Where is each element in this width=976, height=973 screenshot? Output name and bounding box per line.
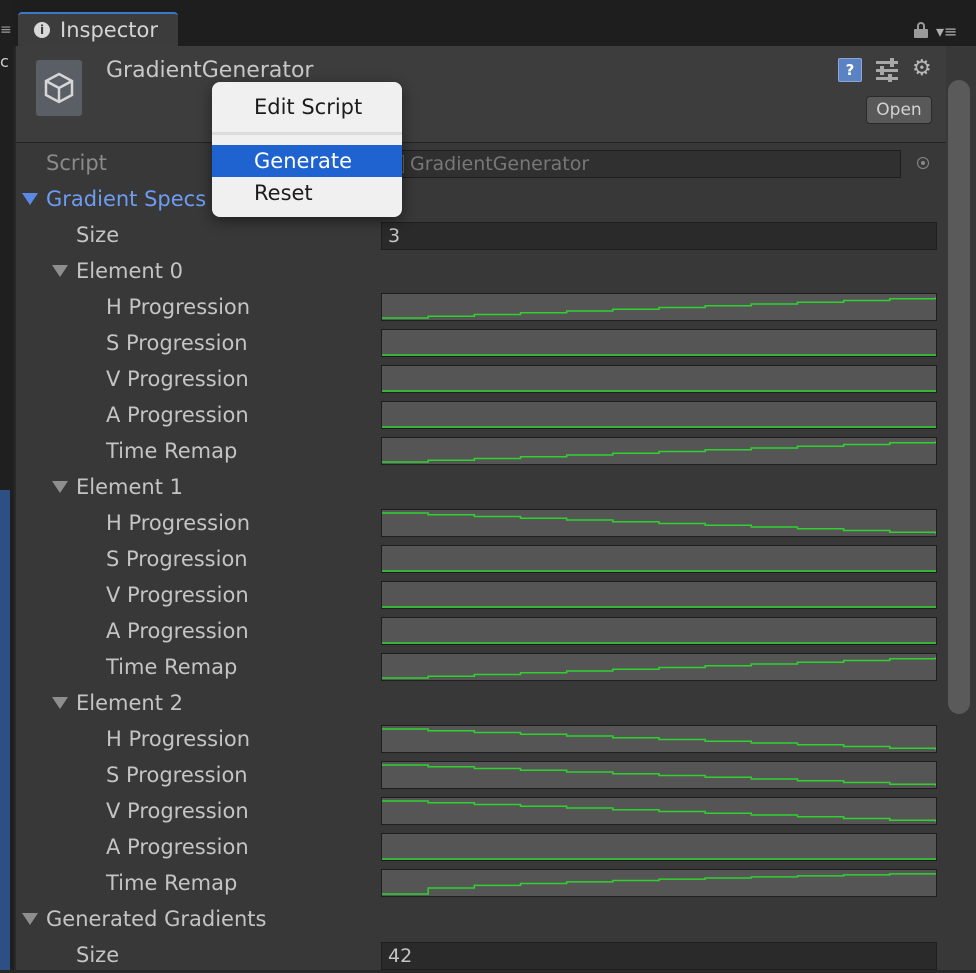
tab-bar: i Inspector ▾≡ <box>14 0 976 46</box>
inspector-header: GradientGenerator ? ⚙ Open <box>16 46 946 143</box>
curve-field-label: V Progression <box>106 799 249 823</box>
scrollbar-thumb[interactable] <box>948 80 970 714</box>
script-field-value: GradientGenerator <box>410 153 590 175</box>
object-title: GradientGenerator <box>106 58 314 83</box>
open-button[interactable]: Open <box>866 96 932 124</box>
curve-field-label: Time Remap <box>106 871 238 895</box>
element-label: Element 2 <box>76 691 183 715</box>
curve-field[interactable] <box>381 509 937 537</box>
element-label: Element 0 <box>76 259 183 283</box>
curve-field-label: V Progression <box>106 367 249 391</box>
curve-field-label: S Progression <box>106 331 248 355</box>
curve-line <box>382 728 936 750</box>
gradient-specs-label: Gradient Specs <box>46 187 207 211</box>
curve-field-label: A Progression <box>106 835 249 859</box>
curve-field-label: S Progression <box>106 763 248 787</box>
curve-field[interactable] <box>381 437 937 465</box>
curve-field[interactable] <box>381 725 937 753</box>
curve-line <box>382 800 936 822</box>
element-label: Element 1 <box>76 475 183 499</box>
curve-field-label: A Progression <box>106 403 249 427</box>
curve-field[interactable] <box>381 833 937 861</box>
menu-item-edit-script[interactable]: Edit Script <box>212 91 402 123</box>
curve-field[interactable] <box>381 761 937 789</box>
curve-field[interactable] <box>381 293 937 321</box>
element-foldout[interactable]: Element 2 <box>52 685 183 721</box>
curve-field-label: H Progression <box>106 511 251 535</box>
curve-field[interactable] <box>381 797 937 825</box>
curve-field-label: H Progression <box>106 727 251 751</box>
menu-item-generate[interactable]: Generate <box>212 145 402 177</box>
tab-inspector[interactable]: i Inspector <box>18 12 178 46</box>
curve-field[interactable] <box>381 581 937 609</box>
curve-line <box>382 873 936 895</box>
selection-highlight <box>0 490 10 970</box>
curve-field-label: Time Remap <box>106 439 238 463</box>
presets-icon[interactable] <box>876 58 898 82</box>
foldout-arrow-icon <box>52 265 68 277</box>
curve-line <box>382 764 936 786</box>
lock-icon[interactable] <box>914 22 928 38</box>
tab-label: Inspector <box>60 18 158 42</box>
foldout-arrow-icon <box>52 481 68 493</box>
text-fragment-icon: c <box>0 52 9 71</box>
curve-field-label: Time Remap <box>106 655 238 679</box>
generated-gradients-label: Generated Gradients <box>46 907 267 931</box>
gradient-specs-foldout[interactable]: Gradient Specs <box>22 181 206 217</box>
help-icon[interactable]: ? <box>838 58 862 82</box>
object-picker-icon[interactable] <box>917 157 929 169</box>
element-foldout[interactable]: Element 1 <box>52 469 183 505</box>
curve-field-label: S Progression <box>106 547 248 571</box>
curve-field-label: H Progression <box>106 295 251 319</box>
context-menu: Edit Script Generate Reset <box>212 82 402 217</box>
curve-field[interactable] <box>381 401 937 429</box>
curve-field-label: V Progression <box>106 583 249 607</box>
curve-field[interactable] <box>381 545 937 573</box>
curve-field[interactable] <box>381 617 937 645</box>
specs-size-label: Size <box>76 223 120 247</box>
script-object-field[interactable]: GradientGenerator <box>381 150 901 178</box>
curve-field[interactable] <box>381 653 937 681</box>
foldout-arrow-icon <box>52 697 68 709</box>
menu-fragment-icon: ≡ <box>0 22 12 38</box>
script-label: Script <box>46 151 107 175</box>
gear-icon[interactable]: ⚙ <box>912 56 932 81</box>
menu-separator <box>212 132 402 135</box>
curve-field[interactable] <box>381 869 937 897</box>
menu-item-reset[interactable]: Reset <box>212 177 402 209</box>
curve-field[interactable] <box>381 365 937 393</box>
element-foldout[interactable]: Element 0 <box>52 253 183 289</box>
generated-size-field[interactable]: 42 <box>381 942 937 970</box>
unity-script-icon <box>36 60 82 116</box>
curve-line <box>382 441 936 463</box>
curve-field-label: A Progression <box>106 619 249 643</box>
foldout-arrow-icon <box>22 913 38 925</box>
generated-size-label: Size <box>76 943 120 967</box>
left-panel-edge: ≡ c <box>0 0 14 970</box>
curve-line <box>382 512 936 534</box>
curve-field[interactable] <box>381 329 937 357</box>
info-icon: i <box>34 22 50 38</box>
foldout-arrow-icon <box>22 193 38 205</box>
specs-size-field[interactable]: 3 <box>381 222 937 250</box>
generated-gradients-foldout[interactable]: Generated Gradients <box>22 901 266 937</box>
curve-line <box>382 657 936 679</box>
tab-menu-icon[interactable]: ▾≡ <box>936 22 957 41</box>
curve-line <box>382 297 936 319</box>
